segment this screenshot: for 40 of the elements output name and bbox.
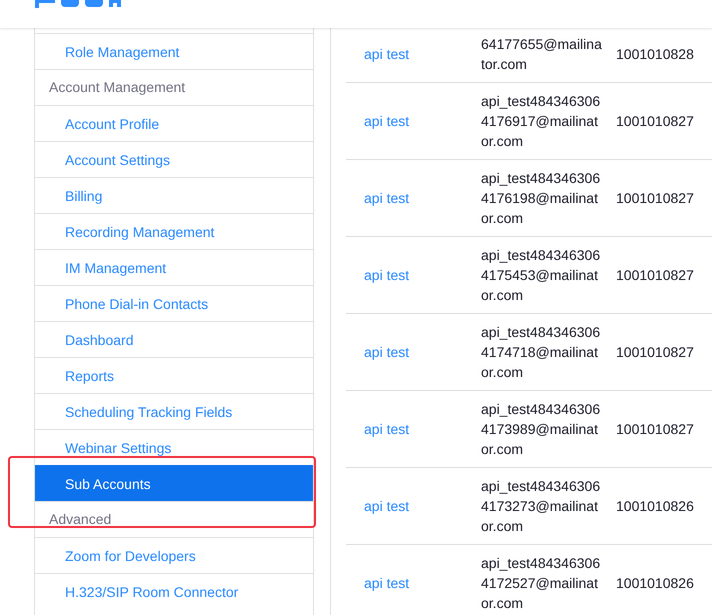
sidebar-item[interactable]: Phone Dial-in Contacts [35,285,313,322]
account-name-link[interactable]: api test [346,496,481,516]
email-cell-text: api_test4843463064172527@mailinator.com [481,554,602,613]
sidebar-item[interactable]: Reports [35,357,313,394]
sidebar-item[interactable]: Account Settings [35,141,313,178]
sidebar-item[interactable]: Scheduling Tracking Fields [35,393,313,430]
account-name-link[interactable]: api test [346,342,481,362]
email-cell-text: 64177655@mailinator.com [481,35,603,74]
email-cell-text: api_test4843463064176198@mailinator.com [481,169,602,228]
table-cell-text: 1001010827 [616,188,694,208]
email-cell-text: api_test4843463064174718@mailinator.com [481,323,602,382]
table-cell-text: 1001010827 [616,266,694,284]
table-cell-text: 1001010828 [616,45,694,64]
sidebar-item[interactable]: Role Management [35,33,313,70]
account-name-link[interactable]: api test [346,34,481,65]
sidebar-item[interactable]: Account Profile [35,105,313,142]
account-name-link[interactable]: api test [346,110,481,132]
account-name-link[interactable]: api test [346,418,481,440]
sidebar-item[interactable]: Sub Accounts [35,465,313,502]
sidebar-section-heading: Advanced [49,510,112,529]
email-cell-text: api_test4843463064173273@mailinator.com [481,477,602,536]
table-cell-text: 1001010826 [616,574,694,592]
table-cell-text: 1001010826 [616,496,694,516]
sidebar-item[interactable]: Recording Management [35,213,313,250]
logo-icon [35,0,121,8]
table-cell-text: 1001010827 [616,420,694,438]
email-cell-text: api_test4843463064173989@mailinator.com [481,400,602,459]
sidebar-item[interactable]: Billing [35,177,313,214]
sidebar-item[interactable]: Dashboard [35,321,313,358]
sidebar-item[interactable]: H.323/SIP Room Connector [35,573,313,610]
account-name-link[interactable]: api test [346,188,481,208]
email-cell-text: api_test4843463064175453@mailinator.com [481,246,602,305]
sidebar-section-heading: Account Management [49,78,186,97]
sidebar-item[interactable]: Zoom for Developers [35,537,313,574]
email-cell-text: api_test4843463064176917@mailinator.com [481,92,602,151]
sidebar-item[interactable]: IM Management [35,249,313,286]
table-cell-text: 1001010827 [616,342,694,362]
table-cell-text: 1001010827 [616,112,694,130]
account-name-link[interactable]: api test [346,572,481,594]
account-name-link[interactable]: api test [346,264,481,286]
